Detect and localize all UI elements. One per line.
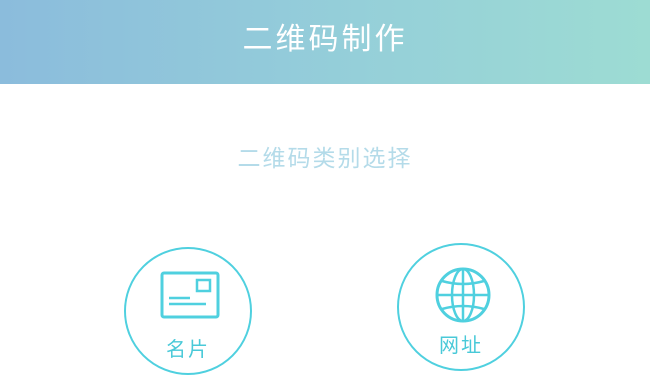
- page-title: 二维码制作: [242, 22, 408, 57]
- url-option-button[interactable]: 网址: [397, 243, 525, 371]
- url-option-label: 网址: [439, 333, 483, 357]
- business-card-icon: [160, 271, 220, 319]
- header-bar: 二维码制作: [0, 0, 650, 84]
- globe-icon: [435, 267, 491, 323]
- qr-maker-page: 二维码制作 二维码类别选择 名片 网址: [0, 0, 650, 386]
- business-card-option-button[interactable]: 名片: [124, 247, 252, 375]
- category-selection-title: 二维码类别选择: [237, 146, 413, 172]
- business-card-option-label: 名片: [166, 337, 210, 361]
